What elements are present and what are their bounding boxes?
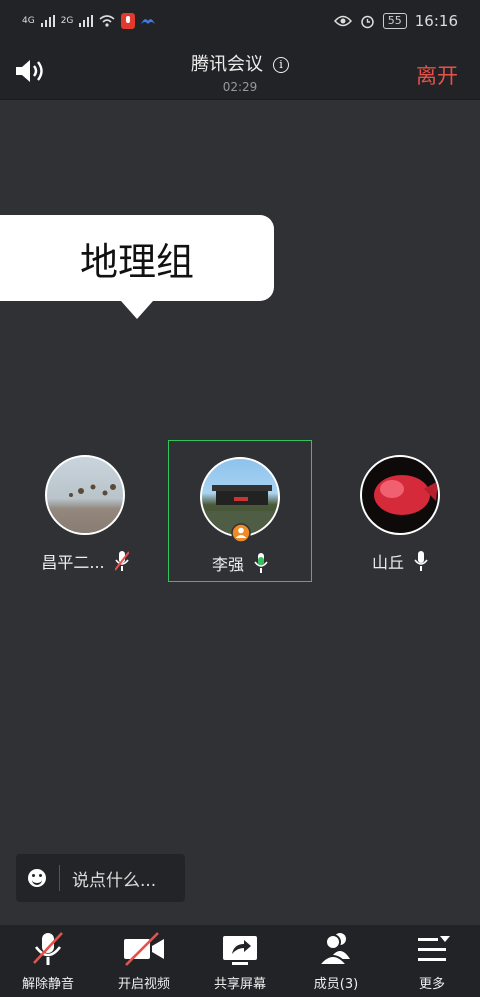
more-label: 更多: [418, 977, 445, 992]
mic-icon: [414, 551, 428, 571]
avatar: [360, 455, 440, 535]
mic-recording-icon: [121, 13, 136, 29]
leave-button[interactable]: 离开: [416, 60, 458, 90]
video-off-icon: [124, 932, 164, 966]
video-label: 开启视频: [117, 977, 170, 992]
battery-level: 55: [382, 13, 407, 29]
bottom-toolbar: 解除静音 开启视频 共享屏幕 成员(3) 更多: [0, 925, 480, 997]
participant-name: 山丘: [371, 553, 404, 572]
more-menu-icon: [418, 936, 450, 961]
chat-placeholder: 说点什么...: [72, 870, 157, 891]
alarm-icon: [361, 15, 374, 28]
mic-muted-icon: [33, 932, 63, 965]
unmute-button[interactable]: 解除静音: [0, 925, 96, 997]
signal-icon: [40, 15, 55, 27]
members-icon: [316, 933, 350, 966]
signal-icon: [79, 15, 94, 27]
meeting-header: 腾讯会议 i 02:29 离开: [0, 42, 480, 100]
balloons-landscape-image: [47, 484, 123, 533]
share-screen-label: 共享屏幕: [213, 977, 266, 992]
info-icon[interactable]: i: [273, 57, 289, 73]
eye-icon: [333, 15, 352, 27]
participant-tile[interactable]: 山丘: [340, 455, 460, 573]
members-label: 成员(3): [313, 977, 359, 992]
network-indicator-1: 4G: [22, 15, 35, 26]
participant-tile-selected[interactable]: 李强: [168, 440, 312, 582]
members-button[interactable]: 成员(3): [288, 925, 384, 997]
chat-input[interactable]: 说点什么...: [16, 854, 185, 902]
share-screen-button[interactable]: 共享屏幕: [192, 925, 288, 997]
bubble-text: 地理组: [79, 239, 194, 284]
mic-active-icon: [254, 553, 268, 573]
meeting-title: 腾讯会议: [191, 54, 263, 75]
unmute-label: 解除静音: [21, 977, 74, 992]
speech-bubble: 地理组: [0, 215, 274, 319]
bird-icon: [141, 19, 156, 24]
participant-tile[interactable]: 昌平二...: [25, 455, 145, 573]
mic-muted-icon: [114, 551, 129, 571]
red-fish-image: [374, 475, 438, 515]
emoji-icon[interactable]: [28, 869, 46, 887]
video-button[interactable]: 开启视频: [96, 925, 192, 997]
clock-time: 16:16: [414, 12, 458, 30]
divider: [59, 865, 60, 891]
wifi-icon: [99, 15, 115, 27]
avatar: [45, 455, 125, 535]
share-screen-icon: [223, 936, 257, 965]
network-indicator-2: 2G: [60, 15, 74, 26]
more-button[interactable]: 更多: [384, 925, 480, 997]
participant-name: 李强: [211, 555, 244, 574]
participant-name: 昌平二...: [41, 553, 105, 572]
meeting-timer: 02:29: [222, 80, 258, 94]
host-badge-icon: [231, 523, 251, 543]
status-bar: 4G 2G 55 16:16: [0, 0, 480, 42]
